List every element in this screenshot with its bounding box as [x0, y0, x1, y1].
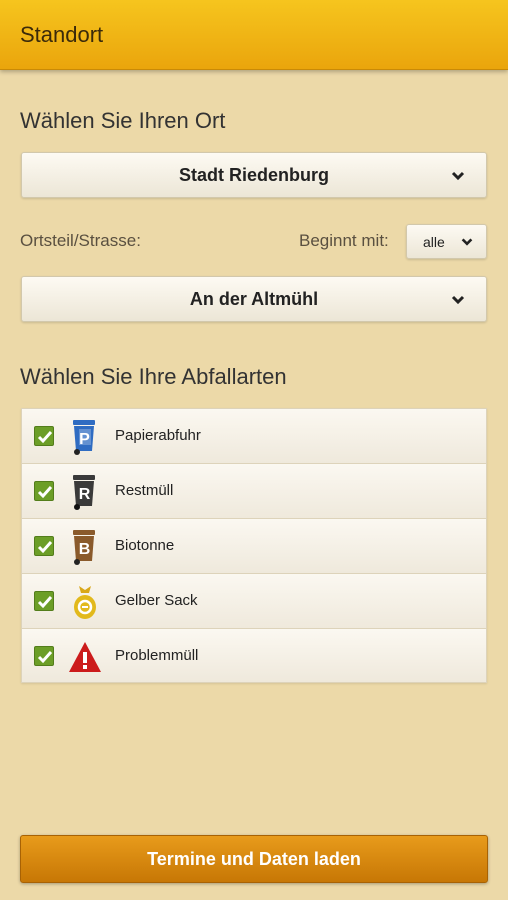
checkbox-checked[interactable]: [34, 426, 54, 446]
list-item[interactable]: B Biotonne: [22, 519, 486, 574]
waste-type-list: P Papierabfuhr R Restmüll B Biotonne Gel…: [21, 408, 487, 683]
list-item-label: Problemmüll: [115, 647, 199, 664]
check-icon: [37, 541, 53, 554]
list-item-label: Gelber Sack: [115, 592, 198, 609]
warning-triangle-icon: [69, 642, 101, 672]
list-item[interactable]: Gelber Sack: [22, 574, 486, 629]
load-dates-button[interactable]: Termine und Daten laden: [20, 835, 488, 883]
list-item-label: Papierabfuhr: [115, 427, 201, 444]
check-icon: [37, 651, 53, 664]
black-bin-r-icon: R: [73, 475, 95, 510]
place-select[interactable]: Stadt Riedenburg: [21, 152, 487, 198]
street-select-value: An der Altmühl: [189, 288, 319, 309]
chevron-down-icon: [451, 171, 465, 181]
begins-with-value: alle: [423, 234, 445, 250]
checkbox-checked[interactable]: [34, 481, 54, 501]
list-item-label: Restmüll: [115, 482, 174, 499]
list-item[interactable]: R Restmüll: [22, 464, 486, 519]
chevron-down-icon: [461, 238, 473, 246]
svg-text:B: B: [79, 541, 91, 558]
check-icon: [37, 596, 53, 609]
list-item[interactable]: P Papierabfuhr: [22, 409, 486, 464]
page-title: Standort: [20, 22, 104, 47]
brown-bin-b-icon: B: [73, 530, 95, 565]
checkbox-checked[interactable]: [34, 591, 54, 611]
blue-bin-p-icon: P: [73, 420, 95, 455]
app-header: Standort: [0, 0, 508, 70]
list-item[interactable]: Problemmüll: [22, 629, 486, 682]
location-heading: Wählen Sie Ihren Ort: [20, 108, 226, 133]
begins-with-label: Beginnt mit:: [299, 231, 389, 250]
svg-text:R: R: [79, 486, 91, 503]
begins-with-select[interactable]: alle: [406, 224, 487, 259]
chevron-down-icon: [451, 295, 465, 305]
svg-text:P: P: [79, 431, 90, 448]
checkbox-checked[interactable]: [34, 536, 54, 556]
street-label: Ortsteil/Strasse:: [20, 231, 141, 250]
street-select[interactable]: An der Altmühl: [21, 276, 487, 322]
check-icon: [37, 431, 53, 444]
list-item-label: Biotonne: [115, 537, 175, 554]
check-icon: [37, 486, 53, 499]
place-select-value: Stadt Riedenburg: [178, 164, 329, 185]
waste-heading: Wählen Sie Ihre Abfallarten: [20, 364, 287, 389]
yellow-sack-icon: [74, 586, 96, 619]
checkbox-checked[interactable]: [34, 646, 54, 666]
